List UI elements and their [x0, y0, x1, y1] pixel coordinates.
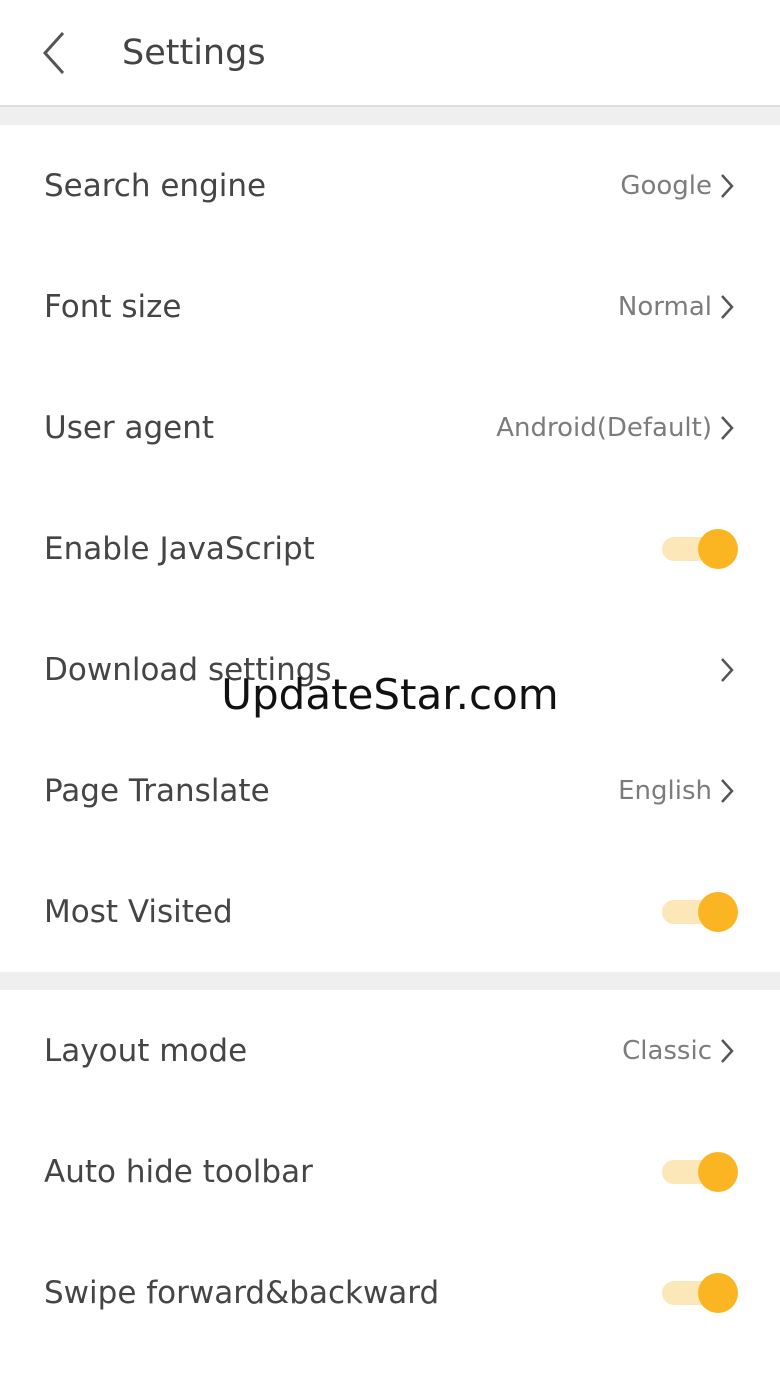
toggle-knob: [698, 1272, 738, 1313]
setting-label: User agent: [44, 409, 215, 446]
setting-auto-hide-toolbar: Auto hide toolbar: [0, 1111, 780, 1232]
setting-value: Google: [620, 170, 712, 201]
toggle-knob: [698, 891, 738, 932]
most-visited-toggle[interactable]: [660, 891, 738, 932]
setting-enable-javascript: Enable JavaScript: [0, 488, 780, 609]
setting-layout-mode[interactable]: Layout mode Classic: [0, 990, 780, 1111]
setting-value: Classic: [622, 1035, 712, 1066]
setting-value: Normal: [617, 291, 712, 322]
setting-label: Most Visited: [44, 893, 233, 930]
chevron-right-icon: [716, 1036, 738, 1066]
javascript-toggle[interactable]: [660, 528, 738, 569]
section-divider: [0, 972, 780, 990]
chevron-right-icon: [716, 292, 738, 322]
setting-search-engine[interactable]: Search engine Google: [0, 125, 780, 246]
chevron-right-icon: [716, 171, 738, 201]
setting-value: English: [618, 775, 712, 806]
setting-label: Search engine: [44, 167, 267, 204]
setting-label: Swipe forward&backward: [44, 1274, 440, 1311]
setting-swipe-forward-backward: Swipe forward&backward: [0, 1232, 780, 1353]
setting-page-translate[interactable]: Page Translate English: [0, 730, 780, 851]
settings-section-layout: Layout mode Classic Auto hide toolbar Sw…: [0, 990, 780, 1353]
setting-value: Android(Default): [496, 412, 712, 443]
setting-label: Page Translate: [44, 772, 270, 809]
setting-user-agent[interactable]: User agent Android(Default): [0, 367, 780, 488]
chevron-right-icon: [716, 413, 738, 443]
setting-label: Auto hide toolbar: [44, 1153, 313, 1190]
chevron-left-icon: [42, 31, 65, 74]
app-header: Settings: [0, 0, 780, 107]
toggle-knob: [698, 1151, 738, 1192]
swipe-toggle[interactable]: [660, 1272, 738, 1313]
toggle-knob: [698, 528, 738, 569]
auto-hide-toolbar-toggle[interactable]: [660, 1151, 738, 1192]
setting-label: Layout mode: [44, 1032, 248, 1069]
setting-most-visited: Most Visited: [0, 851, 780, 972]
page-title: Settings: [122, 32, 266, 73]
section-divider: [0, 107, 780, 125]
setting-font-size[interactable]: Font size Normal: [0, 246, 780, 367]
back-button[interactable]: [34, 23, 74, 83]
watermark: UpdateStar.com: [221, 670, 559, 719]
setting-label: Enable JavaScript: [44, 530, 315, 567]
settings-section-general: Search engine Google Font size Normal Us…: [0, 125, 780, 972]
chevron-right-icon: [716, 776, 738, 806]
setting-label: Font size: [44, 288, 182, 325]
